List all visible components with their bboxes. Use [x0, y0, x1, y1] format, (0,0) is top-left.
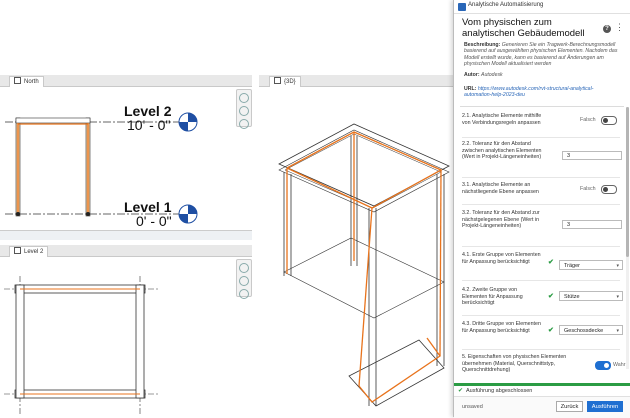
row-label: 3.1. Analytische Elemente an nächstliege…: [462, 182, 539, 195]
pan-icon[interactable]: [239, 289, 249, 299]
tolerance-input-2-2[interactable]: 3: [562, 151, 622, 160]
zoom-icon[interactable]: [239, 276, 249, 286]
toggle-2-1[interactable]: [601, 116, 617, 125]
group-select-4-1[interactable]: Träger ▾: [559, 260, 623, 270]
input-row-4-3: 4.3. Dritte Gruppe von Elementen für Anp…: [462, 321, 623, 350]
more-options-icon[interactable]: ⋮: [615, 23, 624, 32]
input-row-3-1: 3.1. Analytische Elemente an nächstliege…: [462, 182, 620, 205]
navigation-bar[interactable]: [236, 89, 252, 129]
level-1-marker: [178, 204, 198, 224]
row-label: 5. Eigenschaften von physischen Elemente…: [462, 354, 567, 374]
row-label: 2.2. Toleranz für den Abstand zwischen a…: [462, 141, 542, 161]
navigation-bar-plan[interactable]: [236, 259, 252, 299]
view-icon: [274, 77, 281, 84]
wheel-icon[interactable]: [239, 263, 249, 273]
toggle-3-1[interactable]: [601, 185, 617, 194]
toggle-state: Falsch: [580, 186, 596, 192]
panel-footer: unsaved Zurück Ausführen: [454, 396, 630, 418]
status-bar: ✔ Ausführung abgeschlossen: [454, 383, 630, 396]
back-button[interactable]: Zurück: [556, 401, 583, 412]
level-2-elevation[interactable]: 10' - 0": [127, 117, 170, 133]
row-label: 2.1. Analytische Elemente mithilfe von V…: [462, 113, 542, 126]
input-row-3-2: 3.2. Toleranz für den Abstand zur nächst…: [462, 210, 622, 247]
input-row-4-2: 4.2. Zweite Gruppe von Elementen für Anp…: [462, 287, 623, 316]
tab-north-label: North: [24, 79, 39, 85]
level2-view[interactable]: Level 2: [0, 245, 252, 417]
check-icon: ✔: [548, 327, 554, 334]
toggle-state: Wahr: [613, 362, 626, 368]
author: Autor: Autodesk: [464, 72, 620, 78]
3d-model-drawing: [278, 123, 450, 407]
input-row-5: 5. Eigenschaften von physischen Elemente…: [462, 354, 625, 382]
zoom-icon[interactable]: [239, 106, 249, 116]
check-icon: ✔: [548, 293, 554, 300]
app-icon: [458, 3, 466, 11]
view-control-bar[interactable]: [0, 230, 252, 240]
toggle-5[interactable]: [595, 361, 611, 370]
panel-scrollbar[interactable]: [626, 107, 629, 369]
success-icon: ✔: [458, 388, 464, 394]
author-label: Autor:: [464, 72, 480, 78]
level-1-elevation[interactable]: 0' - 0": [136, 213, 172, 229]
panel-window-title: Analytische Automatisierung: [468, 2, 544, 8]
url-label: URL:: [464, 86, 477, 92]
view-icon: [14, 247, 21, 254]
wheel-icon[interactable]: [239, 93, 249, 103]
row-label: 4.1. Erste Gruppe von Elementen für Anpa…: [462, 252, 541, 265]
panel-heading: Vom physischen zum analytischen Gebäudem…: [462, 17, 585, 39]
unsaved-label: unsaved: [462, 404, 483, 410]
row-label: 4.3. Dritte Gruppe von Elementen für Anp…: [462, 321, 541, 334]
tab-3d-label: {3D}: [284, 79, 296, 85]
url: URL: https://www.autodesk.com/rvt-struct…: [464, 86, 620, 99]
level2-plan-drawing: [4, 276, 160, 416]
status-text: Ausführung abgeschlossen: [466, 388, 533, 394]
view-icon: [14, 77, 21, 84]
row-label: 3.2. Toleranz für den Abstand zur nächst…: [462, 210, 540, 230]
group-select-4-2[interactable]: Stütze ▾: [559, 291, 623, 301]
north-view[interactable]: North Level 2 10' - 0" Level 1 0' - 0": [0, 75, 252, 240]
tolerance-input-3-2[interactable]: 3: [562, 220, 622, 229]
row-label: 4.2. Zweite Gruppe von Elementen für Anp…: [462, 287, 523, 307]
description-label: Beschreibung:: [464, 42, 501, 48]
tab-level2-label: Level 2: [24, 249, 44, 255]
3d-view[interactable]: {3D}: [259, 75, 453, 417]
run-button[interactable]: Ausführen: [587, 401, 623, 412]
separator: [460, 106, 624, 107]
automation-panel: Analytische Automatisierung Vom physisch…: [453, 0, 630, 418]
input-row-4-1: 4.1. Erste Gruppe von Elementen für Anpa…: [462, 252, 623, 281]
author-value: Autodesk: [481, 72, 503, 78]
panel-titlebar: Analytische Automatisierung: [454, 0, 630, 14]
input-row-2-1: 2.1. Analytische Elemente mithilfe von V…: [462, 113, 620, 138]
pan-icon[interactable]: [239, 119, 249, 129]
help-icon[interactable]: ?: [603, 25, 611, 33]
level-2-marker: [178, 112, 198, 132]
group-select-4-3[interactable]: Geschossdecke ▾: [559, 325, 623, 335]
description: Beschreibung: Generieren Sie ein Tragwer…: [464, 42, 620, 68]
input-row-2-2: 2.2. Toleranz für den Abstand zwischen a…: [462, 141, 622, 178]
url-link[interactable]: https://www.autodesk.com/rvt-structural-…: [464, 86, 593, 98]
check-icon: ✔: [548, 259, 554, 266]
toggle-state: Falsch: [580, 117, 596, 123]
